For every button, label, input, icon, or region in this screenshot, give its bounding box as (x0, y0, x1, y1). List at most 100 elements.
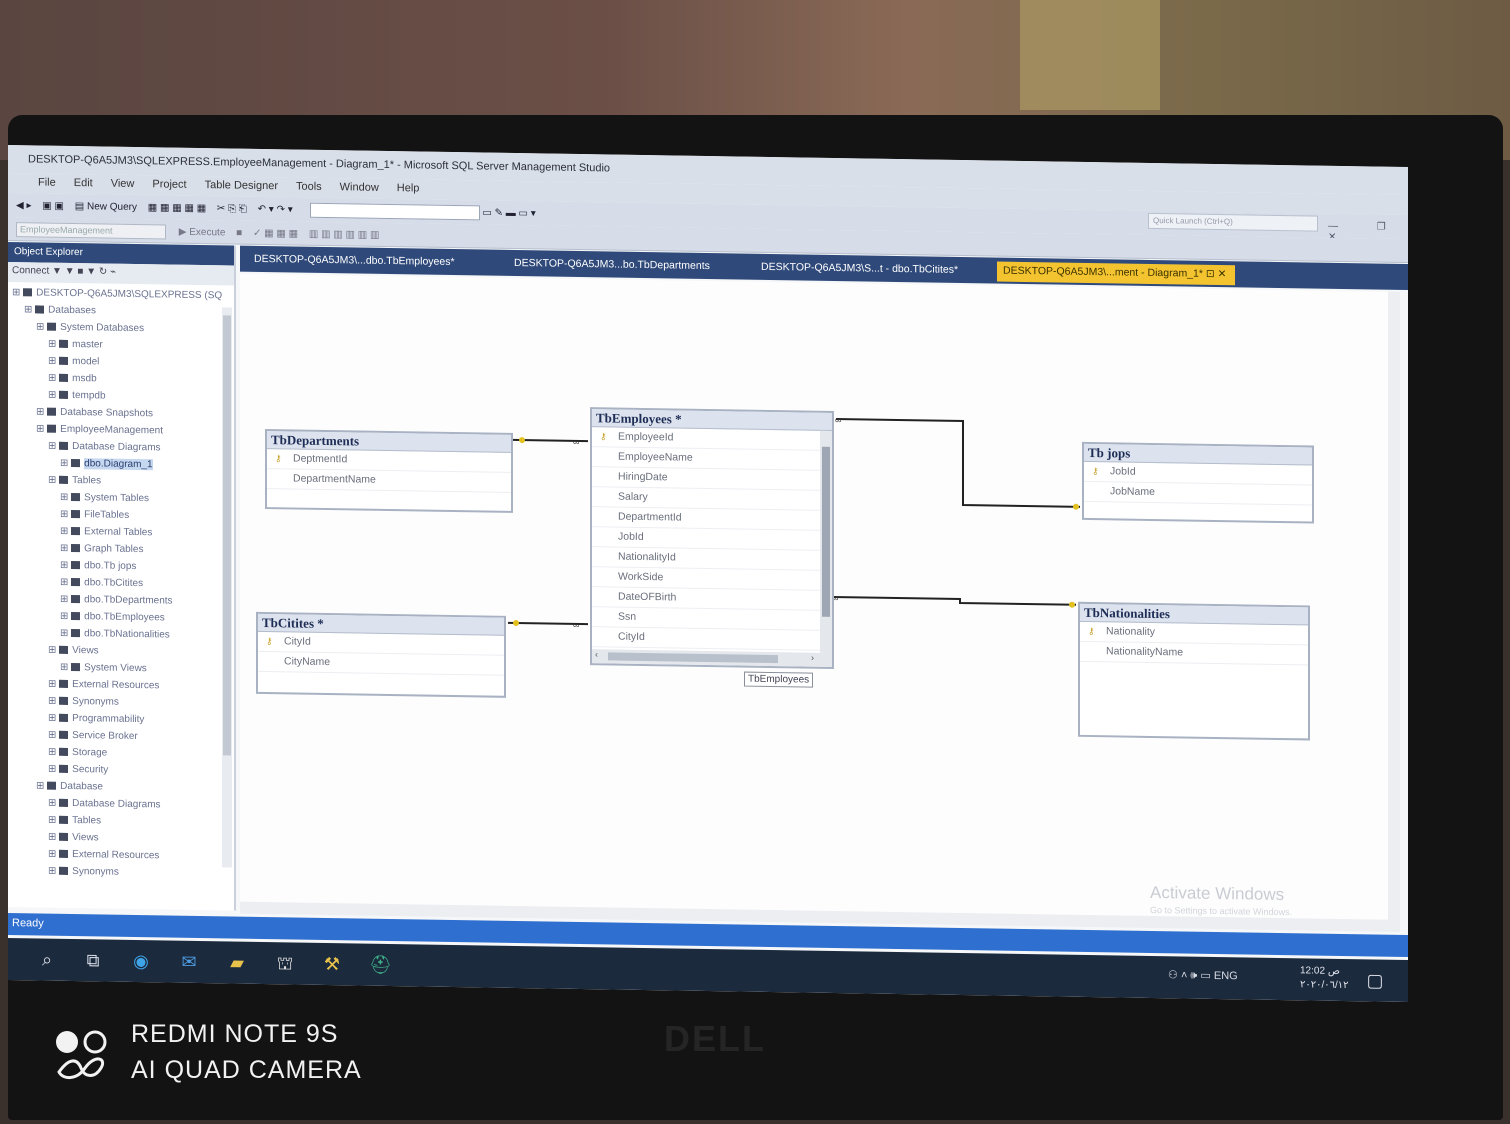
relation-employees-nationalities[interactable] (832, 595, 1076, 606)
stop-icon[interactable]: ■ (236, 228, 242, 239)
expand-icon[interactable]: ⊞ (48, 475, 59, 486)
table-scroll-thumb[interactable] (822, 446, 830, 617)
expand-icon[interactable]: ⊞ (36, 321, 47, 332)
expand-icon[interactable]: ⊞ (48, 645, 59, 656)
scroll-left-icon[interactable]: ‹ (595, 649, 598, 659)
column-row[interactable]: JobName (1084, 481, 1312, 506)
table-tbnationalities[interactable]: TbNationalities ⚷ Nationality Nationality… (1078, 601, 1310, 741)
expand-icon[interactable]: ⊞ (48, 747, 59, 758)
expand-icon[interactable]: ⊞ (60, 458, 71, 469)
app-icon[interactable]: ⛑ (369, 954, 392, 976)
new-query-button[interactable]: ▤ New Query (75, 201, 137, 213)
expand-icon[interactable]: ⊞ (48, 441, 59, 452)
menu-item[interactable]: Tools (296, 181, 322, 193)
table-horizontal-scrollbar[interactable]: ‹ › (592, 649, 832, 667)
tab-diagram[interactable]: DESKTOP-Q6A5JM3\...ment - Diagram_1* ⊡ ✕ (997, 261, 1235, 286)
diagram-vertical-scrollbar[interactable] (1388, 291, 1400, 932)
expand-icon[interactable]: ⊞ (48, 373, 59, 384)
expand-icon[interactable]: ⊞ (48, 339, 59, 350)
column-row[interactable]: DepartmentName (267, 469, 511, 493)
diagram-canvas[interactable]: ∞ ∞ ∞ ∞ TbDepartments ⚷ DeptmentId Depart… (240, 273, 1400, 932)
expand-icon[interactable]: ⊞ (60, 628, 71, 639)
expand-icon[interactable]: ⊞ (48, 390, 59, 401)
expand-icon[interactable]: ⊞ (60, 543, 71, 554)
expand-icon[interactable]: ⊞ (48, 730, 59, 741)
expand-icon[interactable]: ⊞ (60, 560, 71, 571)
table-tbjops[interactable]: Tb jops ⚷ JobId JobName (1082, 441, 1314, 524)
database-select[interactable]: EmployeeManagement (16, 222, 166, 240)
task-view-icon[interactable]: ⧉ (82, 949, 104, 971)
tab-tbcitites[interactable]: DESKTOP-Q6A5JM3\S...t - dbo.TbCitites* (755, 258, 964, 281)
save-icon[interactable]: ▣ ▣ (42, 201, 64, 212)
tree-item[interactable]: ⊞ EmployeeManagement (8, 420, 234, 441)
execute-button[interactable]: ▶ Execute (179, 227, 226, 239)
table-tbemployees[interactable]: TbEmployees * ⚷ EmployeeId EmployeeName H… (590, 407, 834, 669)
menu-item[interactable]: Window (340, 181, 379, 194)
results-icons[interactable]: ▥ ▥ ▥ ▥ ▥ ▥ (309, 229, 380, 241)
back-icon[interactable]: ◀ ▸ (16, 200, 32, 211)
object-explorer-scroll-thumb[interactable] (223, 315, 231, 756)
expand-icon[interactable]: ⊞ (48, 866, 59, 877)
filter-icon[interactable]: ▼ ▼ ■ ▼ ↻ ⌁ (52, 266, 116, 278)
tree-item[interactable]: ⊞ System Databases (8, 318, 234, 339)
expand-icon[interactable]: ⊞ (24, 304, 35, 315)
edge-icon[interactable]: ◉ (130, 950, 152, 972)
scroll-right-icon[interactable]: › (811, 653, 814, 663)
expand-icon[interactable]: ⊞ (36, 406, 47, 417)
search-combo[interactable] (309, 202, 480, 221)
expand-icon[interactable]: ⊞ (60, 611, 71, 622)
undo-icon[interactable]: ↶ ▾ ↷ ▾ (258, 204, 293, 216)
menu-item[interactable]: Project (152, 178, 186, 191)
expand-icon[interactable]: ⊞ (12, 287, 23, 298)
language-indicator[interactable]: ENG (1214, 970, 1238, 982)
expand-icon[interactable]: ⊞ (36, 423, 47, 434)
tab-tbdepartments[interactable]: DESKTOP-Q6A5JM3...bo.TbDepartments (508, 254, 716, 277)
people-icon[interactable]: ⚇ (1168, 969, 1178, 981)
relation-employees-jops[interactable] (836, 418, 1080, 508)
table-hscroll-thumb[interactable] (608, 652, 778, 664)
expand-icon[interactable]: ⊞ (48, 696, 59, 707)
file-explorer-icon[interactable]: ▰ (226, 951, 248, 973)
table-tbcitites[interactable]: TbCitites * ⚷ CityId CityName (256, 611, 506, 698)
menu-item[interactable]: File (38, 176, 56, 188)
database-icons[interactable]: ▦ ▦ ▦ ▦ ▦ (148, 202, 206, 214)
expand-icon[interactable]: ⊞ (60, 577, 71, 588)
pin-icon[interactable]: ⊡ (1206, 268, 1218, 280)
tab-tbemployees[interactable]: DESKTOP-Q6A5JM3\...dbo.TbEmployees* (248, 250, 461, 273)
expand-icon[interactable]: ⊞ (48, 815, 59, 826)
clock[interactable]: 12:02 ص ٢٠٢٠/٠٦/١٢ (1300, 964, 1349, 993)
expand-icon[interactable]: ⊞ (48, 764, 59, 775)
chevron-up-icon[interactable]: ˄ (1181, 969, 1190, 981)
menu-item[interactable]: Edit (74, 177, 93, 189)
volume-icon[interactable]: 🕪 (1190, 970, 1200, 982)
cut-icon[interactable]: ✂ ⎘ ⎗ (217, 203, 247, 214)
notifications-icon[interactable]: ▢ (1364, 969, 1386, 991)
expand-icon[interactable]: ⊞ (60, 526, 71, 537)
expand-icon[interactable]: ⊞ (48, 849, 59, 860)
expand-icon[interactable]: ⊞ (60, 492, 71, 503)
column-row[interactable]: CityName (258, 651, 504, 676)
search-icon[interactable]: ⌕ (36, 948, 58, 970)
expand-icon[interactable]: ⊞ (60, 509, 71, 520)
tree-item[interactable]: ⊞ Synonyms (8, 862, 234, 883)
parse-icon[interactable]: ✓ ▦ ▦ ▦ (253, 228, 298, 240)
menu-item[interactable]: Table Designer (205, 179, 278, 192)
expand-icon[interactable]: ⊞ (36, 780, 47, 791)
expand-icon[interactable]: ⊞ (48, 713, 59, 724)
mail-icon[interactable]: ✉ (178, 951, 200, 973)
menu-item[interactable]: View (111, 178, 135, 190)
tree-item[interactable]: ⊞ Database (8, 777, 234, 798)
battery-icon[interactable]: ▭ (1200, 970, 1213, 982)
properties-icon[interactable]: ▭ ✎ ▬ ▭ ▾ (482, 208, 535, 220)
connect-button[interactable]: Connect (12, 265, 49, 277)
expand-icon[interactable]: ⊞ (48, 356, 59, 367)
ssms-icon[interactable]: ⚒ (321, 953, 343, 975)
menu-item[interactable]: Help (397, 182, 420, 194)
column-row[interactable]: CityId (592, 627, 832, 651)
expand-icon[interactable]: ⊞ (48, 798, 59, 809)
expand-icon[interactable]: ⊞ (48, 679, 59, 690)
expand-icon[interactable]: ⊞ (60, 594, 71, 605)
quick-launch-input[interactable]: Quick Launch (Ctrl+Q) (1148, 212, 1318, 232)
expand-icon[interactable]: ⊞ (48, 832, 59, 843)
column-row[interactable]: NationalityName (1080, 641, 1308, 666)
